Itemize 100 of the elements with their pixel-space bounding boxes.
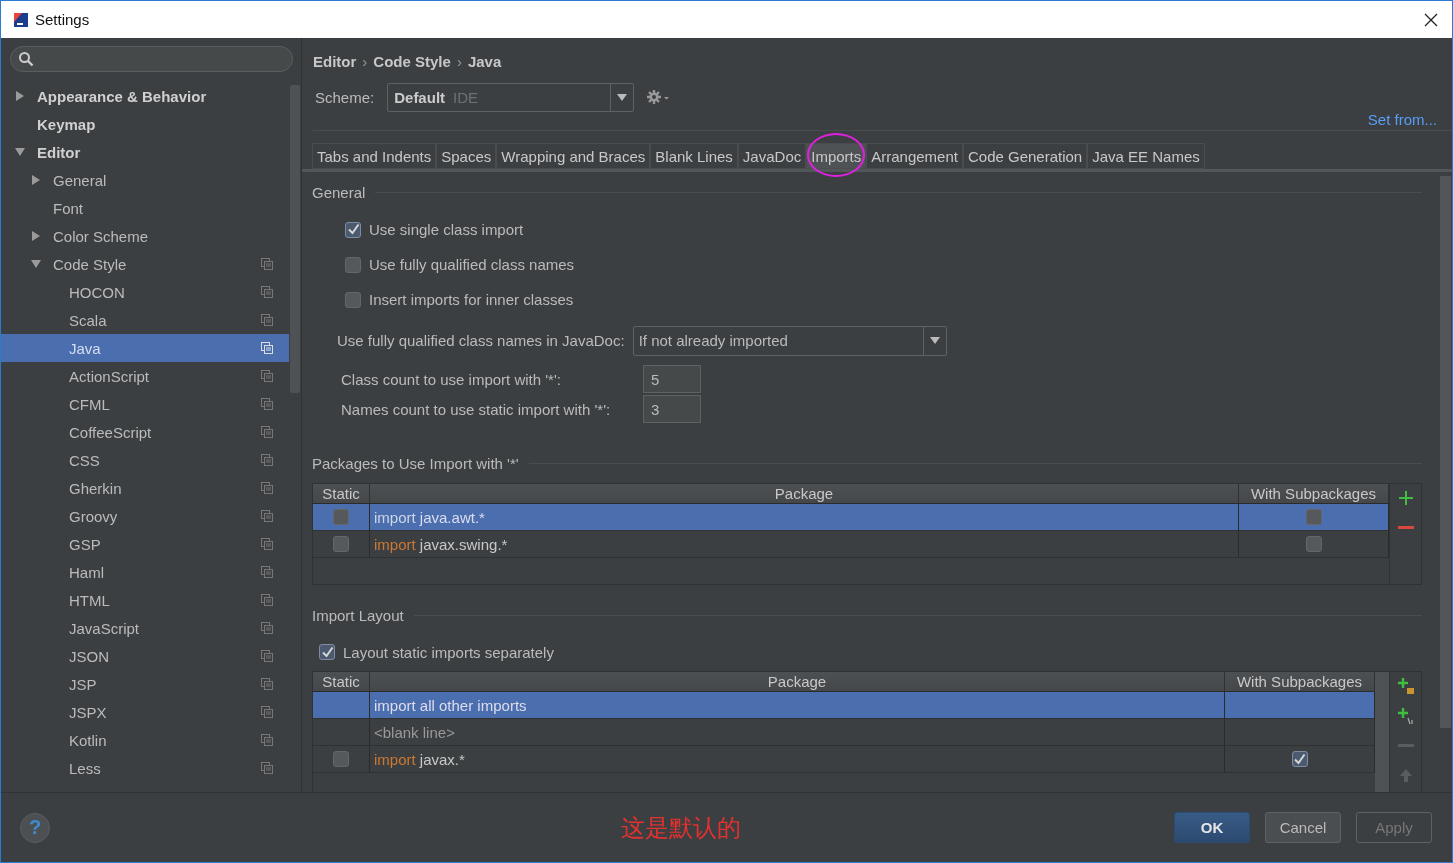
field-label: Names count to use static import with '*':	[341, 400, 612, 418]
item-label: Editor	[37, 143, 82, 161]
copy-icon	[261, 566, 273, 578]
tab[interactable]: Code Generation	[962, 143, 1088, 169]
item-label: CSS	[69, 451, 101, 469]
tree-item[interactable]: GSP	[1, 530, 289, 558]
column-header[interactable]: With Subpackages	[1239, 484, 1389, 504]
tree-item[interactable]: Kotlin	[1, 726, 289, 754]
column-header[interactable]: Static	[313, 484, 370, 504]
copy-icon	[261, 370, 273, 382]
tree-item[interactable]: Gherkin	[1, 474, 289, 502]
column-header[interactable]: With Subpackages	[1225, 672, 1375, 692]
search-field[interactable]	[10, 46, 293, 72]
tab[interactable]: Imports	[806, 143, 867, 169]
tab[interactable]: Arrangement	[866, 143, 963, 169]
tree-item[interactable]: Java	[1, 334, 289, 362]
add-blank-line-icon	[1396, 707, 1415, 725]
item-label: JSPX	[69, 703, 108, 721]
tree-item[interactable]: Appearance & Behavior	[1, 82, 289, 110]
close-icon	[1424, 12, 1438, 27]
option-label: Layout static imports separately	[343, 643, 554, 661]
ok-button[interactable]: OK	[1174, 812, 1250, 843]
section-heading: Import Layout	[312, 606, 404, 624]
copy-icon	[261, 762, 273, 774]
copy-icon	[261, 258, 273, 270]
breadcrumb-item[interactable]: Code Style	[373, 52, 451, 70]
tab[interactable]: Java EE Names	[1087, 143, 1205, 169]
item-label: Less	[69, 759, 102, 777]
tree-item[interactable]: JSON	[1, 642, 289, 670]
tab[interactable]: Blank Lines	[650, 143, 738, 169]
tab[interactable]: Spaces	[436, 143, 497, 169]
copy-icon	[261, 650, 273, 662]
checkbox[interactable]	[333, 509, 349, 525]
table-cell: <blank line>	[370, 719, 1225, 746]
number-field[interactable]: 3	[643, 395, 701, 423]
copy-icon	[261, 482, 273, 494]
javadoc-dropdown[interactable]: If not already imported	[632, 325, 947, 356]
tree-item[interactable]: Groovy	[1, 502, 289, 530]
item-label: JSP	[69, 675, 98, 693]
scrollbar[interactable]	[1375, 672, 1389, 792]
breadcrumb-separator: ›	[456, 52, 462, 70]
gear-icon	[646, 89, 671, 105]
tree-item[interactable]: JSP	[1, 670, 289, 698]
tab[interactable]: Wrapping and Braces	[496, 143, 651, 169]
item-label: JavaScript	[69, 619, 141, 637]
option-label: Use fully qualified class names	[369, 256, 575, 273]
tree-item[interactable]: HTML	[1, 586, 289, 614]
copy-icon	[261, 706, 273, 718]
checkbox[interactable]	[345, 221, 361, 238]
tree-item[interactable]: JavaScript	[1, 614, 289, 642]
scrollbar[interactable]	[1440, 176, 1451, 728]
copy-icon	[261, 594, 273, 606]
tree-item[interactable]: Haml	[1, 558, 289, 586]
tree-item[interactable]: CoffeeScript	[1, 418, 289, 446]
scheme-label: Scheme:	[315, 88, 375, 106]
copy-icon	[261, 538, 273, 550]
number-field[interactable]: 5	[643, 365, 701, 393]
tab[interactable]: Tabs and Indents	[312, 143, 437, 169]
tree-item[interactable]: Keymap	[1, 110, 289, 138]
item-label: HTML	[69, 591, 111, 609]
item-label: Keymap	[37, 115, 97, 133]
checkbox[interactable]	[1305, 536, 1322, 552]
checkmark[interactable]	[1291, 751, 1308, 767]
checkbox[interactable]	[345, 256, 361, 273]
breadcrumb-item[interactable]: Editor	[313, 52, 357, 70]
checkbox[interactable]	[1305, 509, 1322, 525]
tree-item[interactable]: ActionScript	[1, 362, 289, 390]
item-label: Haml	[69, 563, 105, 581]
tree-item[interactable]: Editor	[1, 138, 289, 166]
tree-item[interactable]: Code Style	[1, 250, 289, 278]
breadcrumb-separator: ›	[362, 52, 368, 70]
column-header[interactable]: Package	[370, 672, 1225, 692]
tree-item[interactable]: General	[1, 166, 289, 194]
tree-item[interactable]: Font	[1, 194, 289, 222]
copy-icon	[261, 622, 273, 634]
scrollbar[interactable]	[290, 85, 300, 393]
tree-item[interactable]: JSPX	[1, 698, 289, 726]
add-icon	[1396, 489, 1415, 507]
cancel-button[interactable]: Cancel	[1265, 812, 1341, 843]
tree-item[interactable]: Less	[1, 754, 289, 782]
copy-icon	[261, 286, 273, 298]
tree-item[interactable]: Scala	[1, 306, 289, 334]
table-cell: import javax.swing.*	[370, 531, 1239, 558]
tree-item[interactable]: Color Scheme	[1, 222, 289, 250]
tree-item[interactable]: HOCON	[1, 278, 289, 306]
set-from-link[interactable]: Set from...	[1367, 111, 1437, 130]
column-header[interactable]: Package	[370, 484, 1239, 504]
checkbox[interactable]	[319, 644, 335, 660]
breadcrumb-item[interactable]: Java	[467, 52, 502, 70]
copy-icon	[261, 454, 273, 466]
column-header[interactable]: Static	[313, 672, 370, 692]
search-icon	[18, 51, 34, 67]
copy-icon	[261, 398, 273, 410]
dropdown-arrow-icon	[929, 337, 940, 344]
checkbox[interactable]	[333, 536, 349, 552]
tree-item[interactable]: CSS	[1, 446, 289, 474]
checkbox[interactable]	[333, 751, 349, 767]
checkbox[interactable]	[345, 291, 361, 308]
tab[interactable]: JavaDoc	[737, 143, 807, 169]
tree-item[interactable]: CFML	[1, 390, 289, 418]
